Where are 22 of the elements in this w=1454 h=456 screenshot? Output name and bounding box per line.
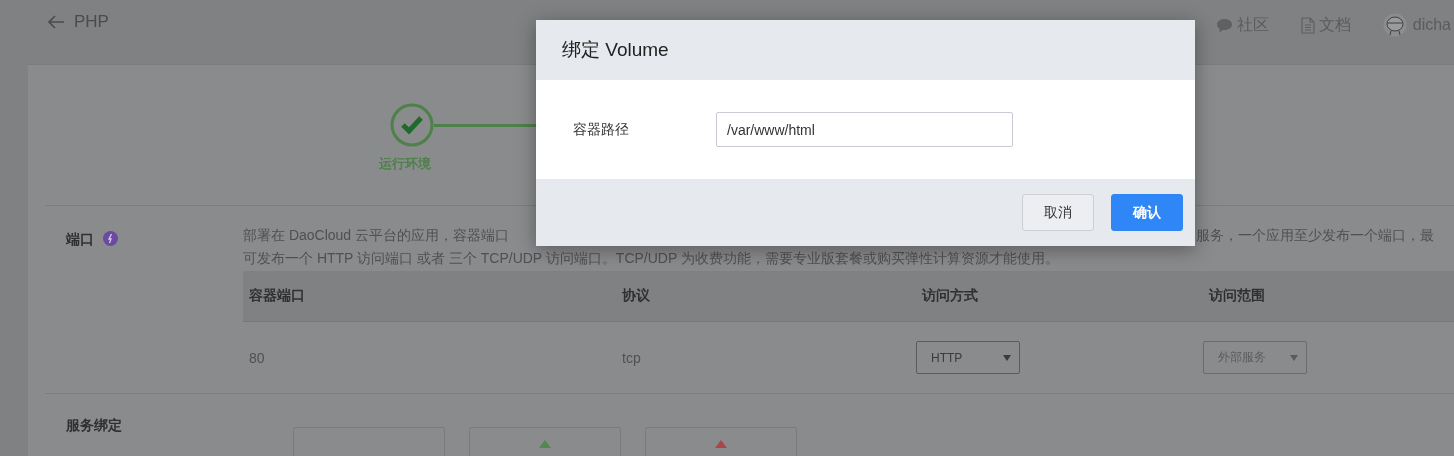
field-label: 容器路径 xyxy=(573,120,630,139)
section-title: 端口 xyxy=(66,231,94,249)
lightning-badge-icon xyxy=(103,231,118,246)
access-select[interactable]: HTTP xyxy=(916,341,1020,374)
cancel-button[interactable]: 取消 xyxy=(1022,194,1094,231)
document-icon xyxy=(1300,16,1315,34)
back-arrow-icon[interactable] xyxy=(47,15,65,29)
chat-bubble-icon xyxy=(1215,17,1233,33)
table-cell: tcp xyxy=(622,349,641,366)
path-input[interactable]: /var/www/html xyxy=(716,112,1013,147)
column-header: 协议 xyxy=(621,287,651,305)
caret-icon xyxy=(1003,354,1011,361)
caret-icon xyxy=(1290,354,1298,361)
dialog-title: 绑定 Volume xyxy=(562,38,669,62)
table-cell: 80 xyxy=(249,349,265,366)
column-header: 访问范围 xyxy=(1207,287,1266,305)
avatar-icon[interactable] xyxy=(1382,13,1407,37)
section-title: 服务绑定 xyxy=(66,417,122,435)
column-header: 访问方式 xyxy=(920,287,979,305)
step-label: 运行环境 xyxy=(379,155,432,173)
column-header: 容器端口 xyxy=(248,287,306,305)
confirm-button[interactable]: 确认 xyxy=(1111,194,1183,231)
